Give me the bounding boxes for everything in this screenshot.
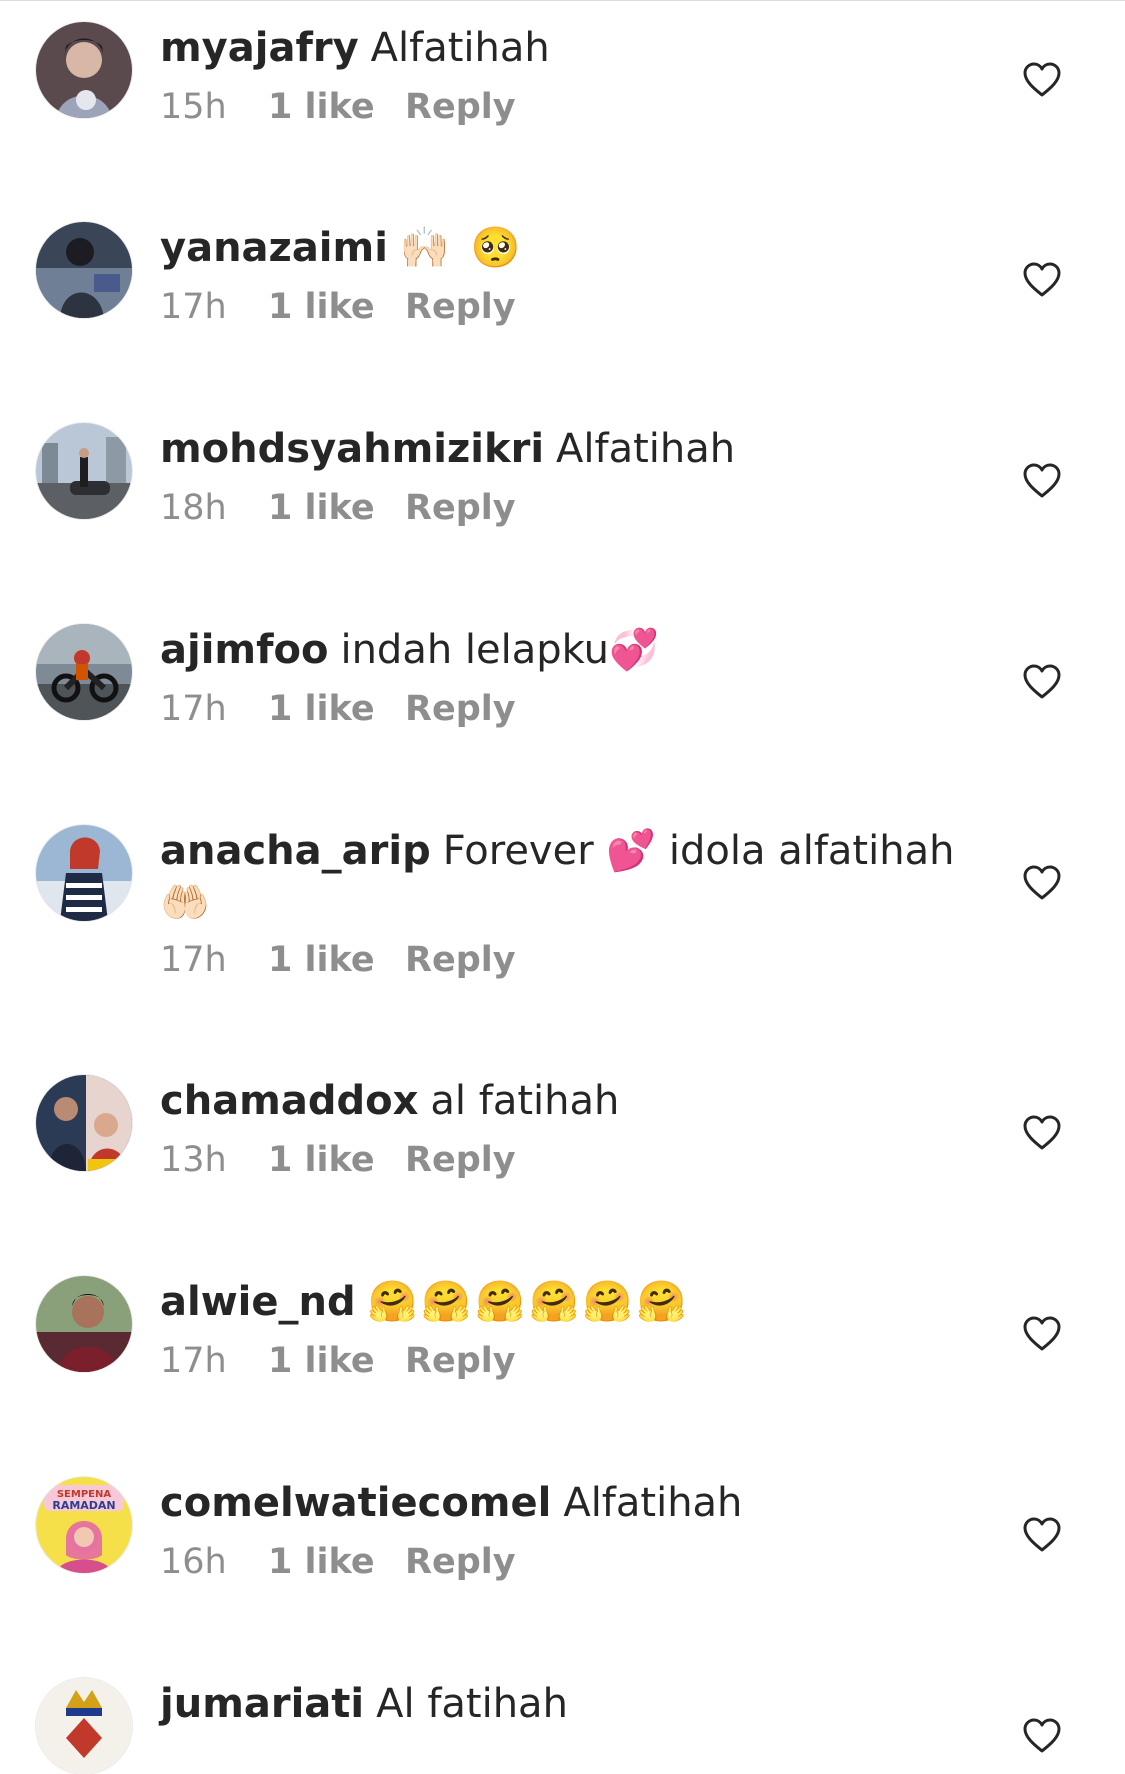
heart-outline-icon[interactable]: [1022, 463, 1062, 499]
comment-text: jumariati Al fatihah: [160, 1678, 980, 1730]
avatar[interactable]: [36, 1075, 132, 1171]
reply-button[interactable]: Reply: [405, 287, 516, 327]
comment-time: 17h: [160, 940, 227, 980]
comment-likes[interactable]: 1 like: [268, 87, 405, 127]
comment-username[interactable]: jumariati: [160, 1681, 364, 1727]
reply-button[interactable]: Reply: [405, 940, 516, 980]
comment-likes[interactable]: 1 like: [268, 1542, 405, 1582]
comment-username[interactable]: comelwatiecomel: [160, 1480, 551, 1526]
comment-time: 18h: [160, 488, 227, 528]
comment-text: ajimfoo indah lelapku💞: [160, 624, 980, 676]
heart-outline-icon[interactable]: [1022, 62, 1062, 98]
heart-outline-icon[interactable]: [1022, 1718, 1062, 1754]
comment-body: al fatihah: [430, 1078, 620, 1124]
comment-likes[interactable]: 1 like: [268, 287, 405, 327]
comment-text: alwie_nd 🤗🤗🤗🤗🤗🤗: [160, 1276, 980, 1328]
heart-outline-icon[interactable]: [1022, 664, 1062, 700]
comment-body: Alfatihah: [556, 426, 736, 472]
heart-outline-icon[interactable]: [1022, 1316, 1062, 1352]
comment-username[interactable]: chamaddox: [160, 1078, 418, 1124]
comment-likes[interactable]: 1 like: [268, 1140, 405, 1180]
comment-likes[interactable]: 1 like: [268, 1341, 405, 1381]
comment-text: yanazaimi 🙌🏻 🥺: [160, 222, 980, 274]
avatar[interactable]: [36, 1276, 132, 1372]
comment-text: anacha_arip Forever 💕 idola alfatihah 🤲🏻: [160, 825, 980, 929]
avatar[interactable]: SEMPENA RAMADAN: [36, 1477, 132, 1573]
comment-time: 17h: [160, 1341, 227, 1381]
comment-username[interactable]: alwie_nd: [160, 1279, 356, 1325]
comment-username[interactable]: mohdsyahmizikri: [160, 426, 544, 472]
comment-meta: 17h 1 like Reply: [160, 287, 516, 327]
comment-text: mohdsyahmizikri Alfatihah: [160, 423, 980, 475]
comment-time: 13h: [160, 1140, 227, 1180]
comment-text: chamaddox al fatihah: [160, 1075, 980, 1127]
comment-username[interactable]: anacha_arip: [160, 828, 431, 874]
heart-outline-icon[interactable]: [1022, 1517, 1062, 1553]
comment-body: Al fatihah: [376, 1681, 568, 1727]
reply-button[interactable]: Reply: [405, 488, 516, 528]
top-divider: [0, 0, 1125, 1]
comment-likes[interactable]: 1 like: [268, 689, 405, 729]
comment-text: comelwatiecomel Alfatihah: [160, 1477, 980, 1529]
avatar[interactable]: [36, 423, 132, 519]
comment-meta: 17h 1 like Reply: [160, 689, 516, 729]
comment-username[interactable]: ajimfoo: [160, 627, 328, 673]
avatar-badge-line2: RAMADAN: [52, 1499, 115, 1512]
comment-body: Alfatihah: [563, 1480, 743, 1526]
reply-button[interactable]: Reply: [405, 1341, 516, 1381]
comment-meta: 15h 1 like Reply: [160, 87, 516, 127]
avatar[interactable]: [36, 624, 132, 720]
comment-time: 16h: [160, 1542, 227, 1582]
comment-emoji: 🙌🏻 🥺: [399, 225, 525, 271]
comment-username[interactable]: yanazaimi: [160, 225, 388, 271]
comment-meta: 16h 1 like Reply: [160, 1542, 516, 1582]
comment-body: Alfatihah: [370, 25, 550, 71]
comment-time: 17h: [160, 689, 227, 729]
comment-text: myajafry Alfatihah: [160, 22, 980, 74]
comment-meta: 17h 1 like Reply: [160, 1341, 516, 1381]
avatar[interactable]: [36, 825, 132, 921]
reply-button[interactable]: Reply: [405, 87, 516, 127]
heart-outline-icon[interactable]: [1022, 865, 1062, 901]
comment-likes[interactable]: 1 like: [268, 488, 405, 528]
avatar[interactable]: [36, 1678, 132, 1774]
comment-meta: 13h 1 like Reply: [160, 1140, 516, 1180]
avatar[interactable]: [36, 222, 132, 318]
reply-button[interactable]: Reply: [405, 1140, 516, 1180]
comment-body: indah lelapku: [340, 627, 609, 673]
comment-emoji: 💞: [608, 627, 659, 673]
comment-emoji: 🤗🤗🤗🤗🤗🤗: [367, 1279, 691, 1325]
comment-body: Forever 💕 idola alfatihah: [442, 828, 955, 874]
comment-time: 15h: [160, 87, 227, 127]
heart-outline-icon[interactable]: [1022, 262, 1062, 298]
avatar[interactable]: [36, 22, 132, 118]
heart-outline-icon[interactable]: [1022, 1115, 1062, 1151]
comment-emoji: 🤲🏻: [160, 880, 210, 926]
reply-button[interactable]: Reply: [405, 689, 516, 729]
comment-time: 17h: [160, 287, 227, 327]
reply-button[interactable]: Reply: [405, 1542, 516, 1582]
comment-username[interactable]: myajafry: [160, 25, 359, 71]
comment-meta: 18h 1 like Reply: [160, 488, 516, 528]
comment-likes[interactable]: 1 like: [268, 940, 405, 980]
comment-meta: 17h 1 like Reply: [160, 940, 516, 980]
